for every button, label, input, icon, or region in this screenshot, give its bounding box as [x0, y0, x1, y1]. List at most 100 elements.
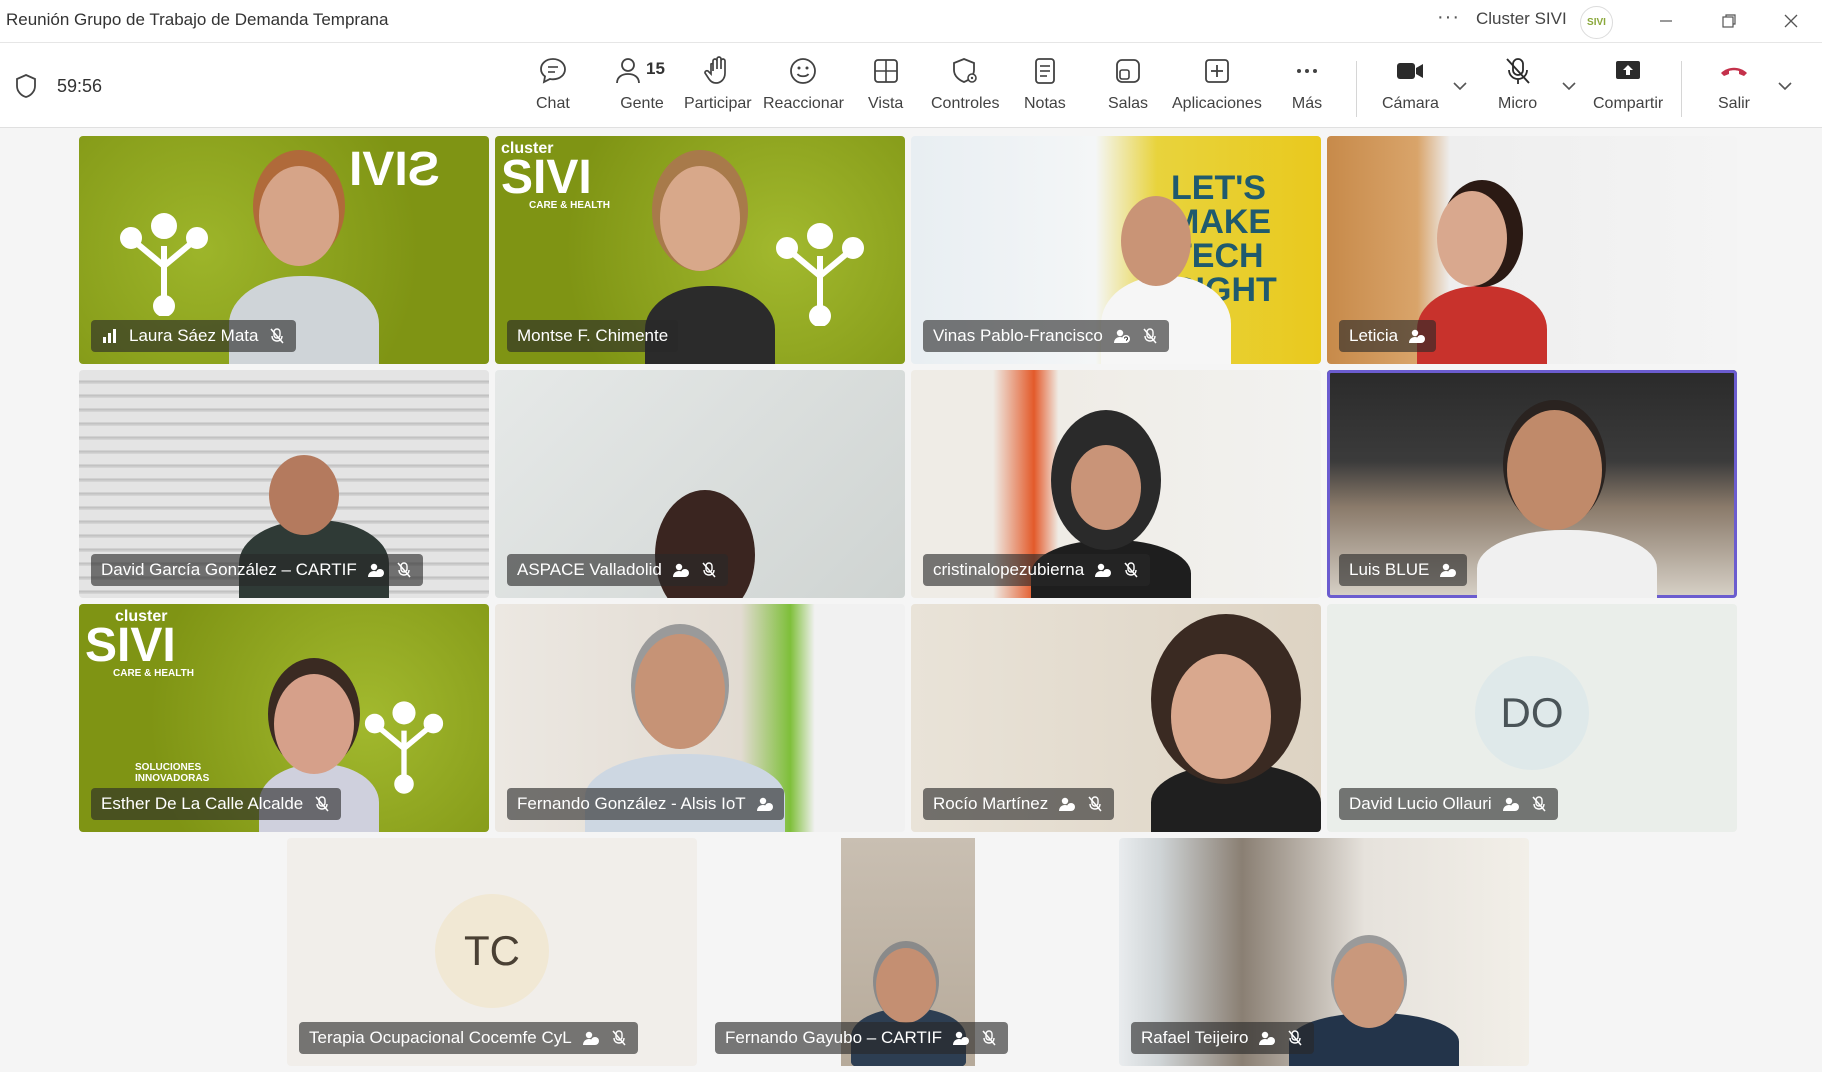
participant-name: Fernando Gayubo – CARTIF — [725, 1028, 943, 1047]
raise-hand-label: Participar — [684, 95, 752, 112]
more-options-button[interactable]: ··· — [1437, 6, 1460, 29]
org-logo-text: SIVI — [1587, 17, 1606, 28]
more-label: Más — [1291, 95, 1323, 112]
title-bar: Reunión Grupo de Trabajo de Demanda Temp… — [0, 0, 1822, 43]
video-tile[interactable]: Leticia — [1327, 136, 1737, 364]
leave-label: Salir — [1718, 95, 1751, 112]
external-user-icon — [1502, 797, 1519, 811]
react-button[interactable]: Reaccionar — [763, 53, 844, 121]
participant-name: David Lucio Ollauri — [1349, 794, 1492, 813]
participant-name: David García González – CARTIF — [101, 560, 357, 579]
tree-logo-icon — [364, 701, 444, 794]
video-tile[interactable]: David García González – CARTIF — [79, 370, 489, 598]
participant-name: cristinalopezubierna — [933, 560, 1085, 579]
mic-label: Micro — [1498, 95, 1538, 112]
external-user-icon — [1259, 1031, 1276, 1045]
participant-name-tag: Rocío Martínez — [923, 788, 1115, 820]
video-tile[interactable]: Fernando Gayubo – CARTIF — [703, 838, 1113, 1066]
external-user-icon — [1440, 563, 1457, 577]
toolbar-separator — [1681, 61, 1682, 117]
participant-name: Rocío Martínez — [933, 794, 1049, 813]
external-user-icon — [1095, 563, 1112, 577]
raise-hand-icon — [703, 56, 726, 84]
restore-icon — [1722, 14, 1736, 28]
restore-button[interactable] — [1709, 5, 1749, 37]
react-label: Reaccionar — [763, 95, 844, 112]
participant-name-tag: David Lucio Ollauri — [1339, 788, 1558, 820]
video-tile[interactable]: ASPACE Valladolid — [495, 370, 905, 598]
external-user-icon — [1113, 329, 1130, 343]
apps-button[interactable]: Aplicaciones — [1172, 53, 1262, 121]
participant-name-tag: Terapia Ocupacional Cocemfe CyL — [299, 1022, 638, 1054]
org-name[interactable]: Cluster SIVI — [1476, 9, 1567, 29]
sivi-slogan: SOLUCIONES INNOVADORAS — [135, 762, 210, 784]
participant-name-tag: Fernando González - Alsis IoT — [507, 788, 784, 820]
participant-name-tag: Fernando Gayubo – CARTIF — [715, 1022, 1009, 1054]
mic-off-icon — [1124, 562, 1138, 578]
smiley-icon — [790, 58, 817, 84]
participant-name-tag: cristinalopezubierna — [923, 554, 1151, 586]
mic-button[interactable]: Micro — [1498, 53, 1537, 121]
meeting-toolbar: 59:56 Chat 15 Gente Participar Reacciona… — [0, 43, 1822, 128]
video-tile[interactable]: SIVI Laura Sáez Mata — [79, 136, 489, 364]
participant-name-tag: Laura Sáez Mata — [91, 320, 297, 352]
minimize-button[interactable] — [1646, 5, 1686, 37]
view-label: Vista — [868, 95, 904, 112]
external-user-icon — [1409, 329, 1426, 343]
tree-logo-icon — [776, 223, 864, 326]
org-logo[interactable]: SIVI — [1580, 6, 1613, 39]
toolbar-separator — [1356, 61, 1357, 117]
controls-button[interactable]: Controles — [931, 53, 999, 121]
close-window-button[interactable] — [1771, 5, 1811, 37]
sivi-logo: SIVI — [501, 151, 592, 204]
chevron-down-icon[interactable] — [1776, 77, 1794, 95]
chat-label: Chat — [536, 95, 570, 112]
participant-avatar: DO — [1475, 656, 1589, 770]
video-tile[interactable]: Fernando González - Alsis IoT — [495, 604, 905, 832]
rooms-button[interactable]: Salas — [1108, 53, 1148, 121]
participant-name: Esther De La Calle Alcalde — [101, 794, 304, 813]
share-icon — [1616, 61, 1641, 79]
sivi-logo: SIVI — [349, 143, 440, 196]
external-user-icon — [953, 1031, 970, 1045]
people-count: 15 — [646, 59, 665, 78]
hang-up-icon — [1721, 67, 1747, 76]
external-user-icon — [756, 797, 773, 811]
shield-settings-icon — [953, 58, 978, 83]
chevron-down-icon[interactable] — [1451, 77, 1469, 95]
more-button[interactable]: Más — [1291, 53, 1323, 121]
leave-button[interactable]: Salir — [1718, 53, 1750, 121]
video-tile[interactable]: DO David Lucio Ollauri — [1327, 604, 1737, 832]
video-tile[interactable]: Rafael Teijeiro — [1119, 838, 1529, 1066]
video-tile[interactable]: cluster SIVI CARE & HEALTH SOLUCIONES IN… — [79, 604, 489, 832]
mic-off-icon — [1088, 796, 1102, 812]
chevron-down-icon[interactable] — [1560, 77, 1578, 95]
rooms-label: Salas — [1108, 95, 1149, 112]
video-tile[interactable]: cristinalopezubierna — [911, 370, 1321, 598]
camera-button[interactable]: Cámara — [1382, 53, 1439, 121]
video-tile[interactable]: TC Terapia Ocupacional Cocemfe CyL — [287, 838, 697, 1066]
people-button[interactable]: 15 Gente — [612, 53, 672, 121]
participant-name-tag: ASPACE Valladolid — [507, 554, 728, 586]
sivi-logo-sub: CARE & HEALTH — [113, 668, 194, 679]
participant-avatar: TC — [435, 894, 549, 1008]
mic-off-icon — [1505, 58, 1530, 84]
chat-button[interactable]: Chat — [536, 53, 570, 121]
video-tile-active-speaker[interactable]: Luis BLUE — [1327, 370, 1737, 598]
mic-off-icon — [270, 328, 285, 344]
video-tile[interactable]: cluster SIVI CARE & HEALTH Montse F. Chi… — [495, 136, 905, 364]
share-button[interactable]: Compartir — [1593, 53, 1663, 121]
participant-name: Montse F. Chimente — [517, 326, 669, 345]
controls-label: Controles — [931, 95, 1000, 112]
shield-icon — [16, 74, 36, 98]
participant-name: ASPACE Valladolid — [517, 560, 662, 579]
video-tile[interactable]: Rocío Martínez — [911, 604, 1321, 832]
video-tile[interactable]: LET'S MAKE TECH RIGHT Vinas Pablo-Franci… — [911, 136, 1321, 364]
signal-bars-icon — [103, 329, 116, 343]
participant-name: Fernando González - Alsis IoT — [517, 794, 746, 813]
view-button[interactable]: Vista — [868, 53, 903, 121]
participant-name-tag: Montse F. Chimente — [507, 320, 679, 352]
notes-button[interactable]: Notas — [1024, 53, 1066, 121]
raise-hand-button[interactable]: Participar — [684, 53, 752, 121]
participant-name: Luis BLUE — [1349, 560, 1430, 579]
